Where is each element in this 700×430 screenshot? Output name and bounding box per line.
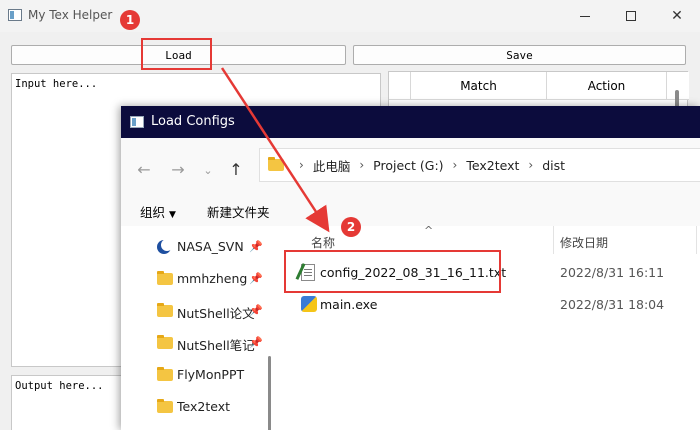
navigation-pane: NASA_SVN 📌 mmhzheng 📌 NutShell论文 📌 NutSh…	[121, 226, 271, 430]
text-file-icon	[301, 264, 315, 281]
file-name: main.exe	[320, 297, 378, 312]
file-row[interactable]: config_2022_08_31_16_11.txt 2022/8/31 16…	[277, 257, 700, 289]
file-name: config_2022_08_31_16_11.txt	[320, 265, 507, 280]
nav-pane-scrollbar[interactable]	[268, 356, 271, 430]
nav-item-nutshell-paper[interactable]: NutShell论文 📌	[121, 296, 269, 326]
breadcrumb-item[interactable]: Tex2text	[466, 158, 519, 173]
nav-item-label: FlyMonPPT	[177, 367, 245, 382]
folder-icon	[157, 303, 173, 317]
file-list-header: ^ 名称 修改日期	[277, 224, 700, 254]
column-header-modified[interactable]: 修改日期	[560, 234, 608, 251]
nav-item-tex2text[interactable]: Tex2text	[121, 392, 269, 422]
address-bar[interactable]: › 此电脑 › Project (G:) › Tex2text › dist	[259, 148, 700, 182]
input-placeholder: Input here...	[15, 78, 98, 90]
folder-icon	[268, 157, 284, 171]
dialog-app-icon	[130, 116, 144, 128]
column-header-action[interactable]: Action	[547, 72, 667, 100]
nav-item-mmhzheng[interactable]: mmhzheng 📌	[121, 264, 269, 294]
pin-icon: 📌	[249, 272, 263, 285]
nav-item-label: NASA_SVN	[177, 239, 244, 254]
save-button[interactable]: Save	[353, 45, 686, 65]
close-button[interactable]: ✕	[654, 0, 700, 32]
file-modified-date: 2022/8/31 18:04	[560, 297, 665, 312]
column-header-name[interactable]: 名称	[311, 234, 335, 251]
app-icon	[8, 9, 22, 21]
minimize-icon	[580, 15, 590, 17]
up-button[interactable]: ↑	[225, 158, 247, 180]
dialog-navigation-bar: ← → ⌄ ↑ › 此电脑 › Project (G:) › Tex2text …	[121, 138, 700, 196]
minimize-button[interactable]	[562, 0, 608, 32]
close-icon: ✕	[671, 8, 683, 24]
arrow-left-icon: ←	[137, 159, 151, 179]
breadcrumb-item[interactable]: dist	[542, 158, 565, 173]
pin-icon: 📌	[249, 304, 263, 317]
folder-icon	[157, 271, 173, 285]
window-title: My Tex Helper	[28, 8, 113, 22]
breadcrumb-item[interactable]: 此电脑	[313, 156, 351, 175]
recent-locations-button[interactable]: ⌄	[197, 159, 219, 181]
maximize-button[interactable]	[608, 0, 654, 32]
new-folder-button[interactable]: 新建文件夹	[207, 202, 270, 221]
output-placeholder: Output here...	[15, 380, 104, 392]
pin-icon: 📌	[249, 240, 263, 253]
step-2-badge: 2	[341, 217, 361, 237]
organize-label: 组织	[140, 205, 166, 220]
nav-item-label: NutShell笔记	[177, 338, 255, 353]
table-corner	[389, 72, 411, 100]
chevron-down-icon: ⌄	[203, 163, 213, 177]
exe-icon	[301, 296, 317, 312]
nav-item-label: Tex2text	[177, 399, 231, 414]
breadcrumb-separator-icon: ›	[452, 158, 458, 172]
breadcrumb-separator-icon: ›	[299, 158, 304, 172]
arrow-right-icon: →	[171, 159, 185, 179]
nav-item-flymonppt[interactable]: FlyMonPPT	[121, 360, 269, 390]
maximize-icon	[626, 11, 636, 21]
file-row[interactable]: main.exe 2022/8/31 18:04	[277, 289, 700, 321]
nav-item-nasa-svn[interactable]: NASA_SVN 📌	[121, 232, 269, 262]
load-button[interactable]: Load	[11, 45, 346, 65]
nav-item-label: NutShell论文	[177, 306, 255, 321]
folder-icon	[157, 367, 173, 381]
sort-chevron-icon: ^	[424, 224, 434, 237]
nav-item-nutshell-notes[interactable]: NutShell笔记 📌	[121, 328, 269, 358]
arrow-up-icon: ↑	[229, 159, 243, 179]
breadcrumb-item[interactable]: Project (G:)	[373, 158, 443, 173]
organize-menu[interactable]: 组织 ▼	[140, 202, 176, 221]
caret-down-icon: ▼	[169, 210, 176, 220]
load-configs-dialog: Load Configs ← → ⌄ ↑ › 此电脑 › Project (G:…	[121, 106, 700, 430]
breadcrumb-separator-icon: ›	[528, 158, 534, 172]
title-bar: My Tex Helper ✕	[0, 0, 700, 32]
dialog-title: Load Configs	[151, 114, 235, 129]
svn-icon	[157, 239, 173, 254]
step-1-badge: 1	[120, 10, 140, 30]
file-list: ^ 名称 修改日期 config_2022_08_31_16_11.txt 20…	[277, 224, 700, 430]
column-divider[interactable]	[553, 226, 554, 254]
column-divider[interactable]	[696, 226, 697, 254]
pin-icon: 📌	[249, 336, 263, 349]
breadcrumb-separator-icon: ›	[359, 158, 365, 172]
forward-button[interactable]: →	[167, 158, 189, 180]
table-header: Match Action	[389, 72, 689, 100]
dialog-toolbar: 组织 ▼ 新建文件夹	[121, 196, 700, 226]
file-modified-date: 2022/8/31 16:11	[560, 265, 665, 280]
folder-icon	[157, 399, 173, 413]
dialog-title-bar: Load Configs	[121, 106, 700, 138]
column-header-match[interactable]: Match	[411, 72, 547, 100]
back-button[interactable]: ←	[133, 158, 155, 180]
folder-icon	[157, 335, 173, 349]
nav-item-label: mmhzheng	[177, 271, 248, 286]
